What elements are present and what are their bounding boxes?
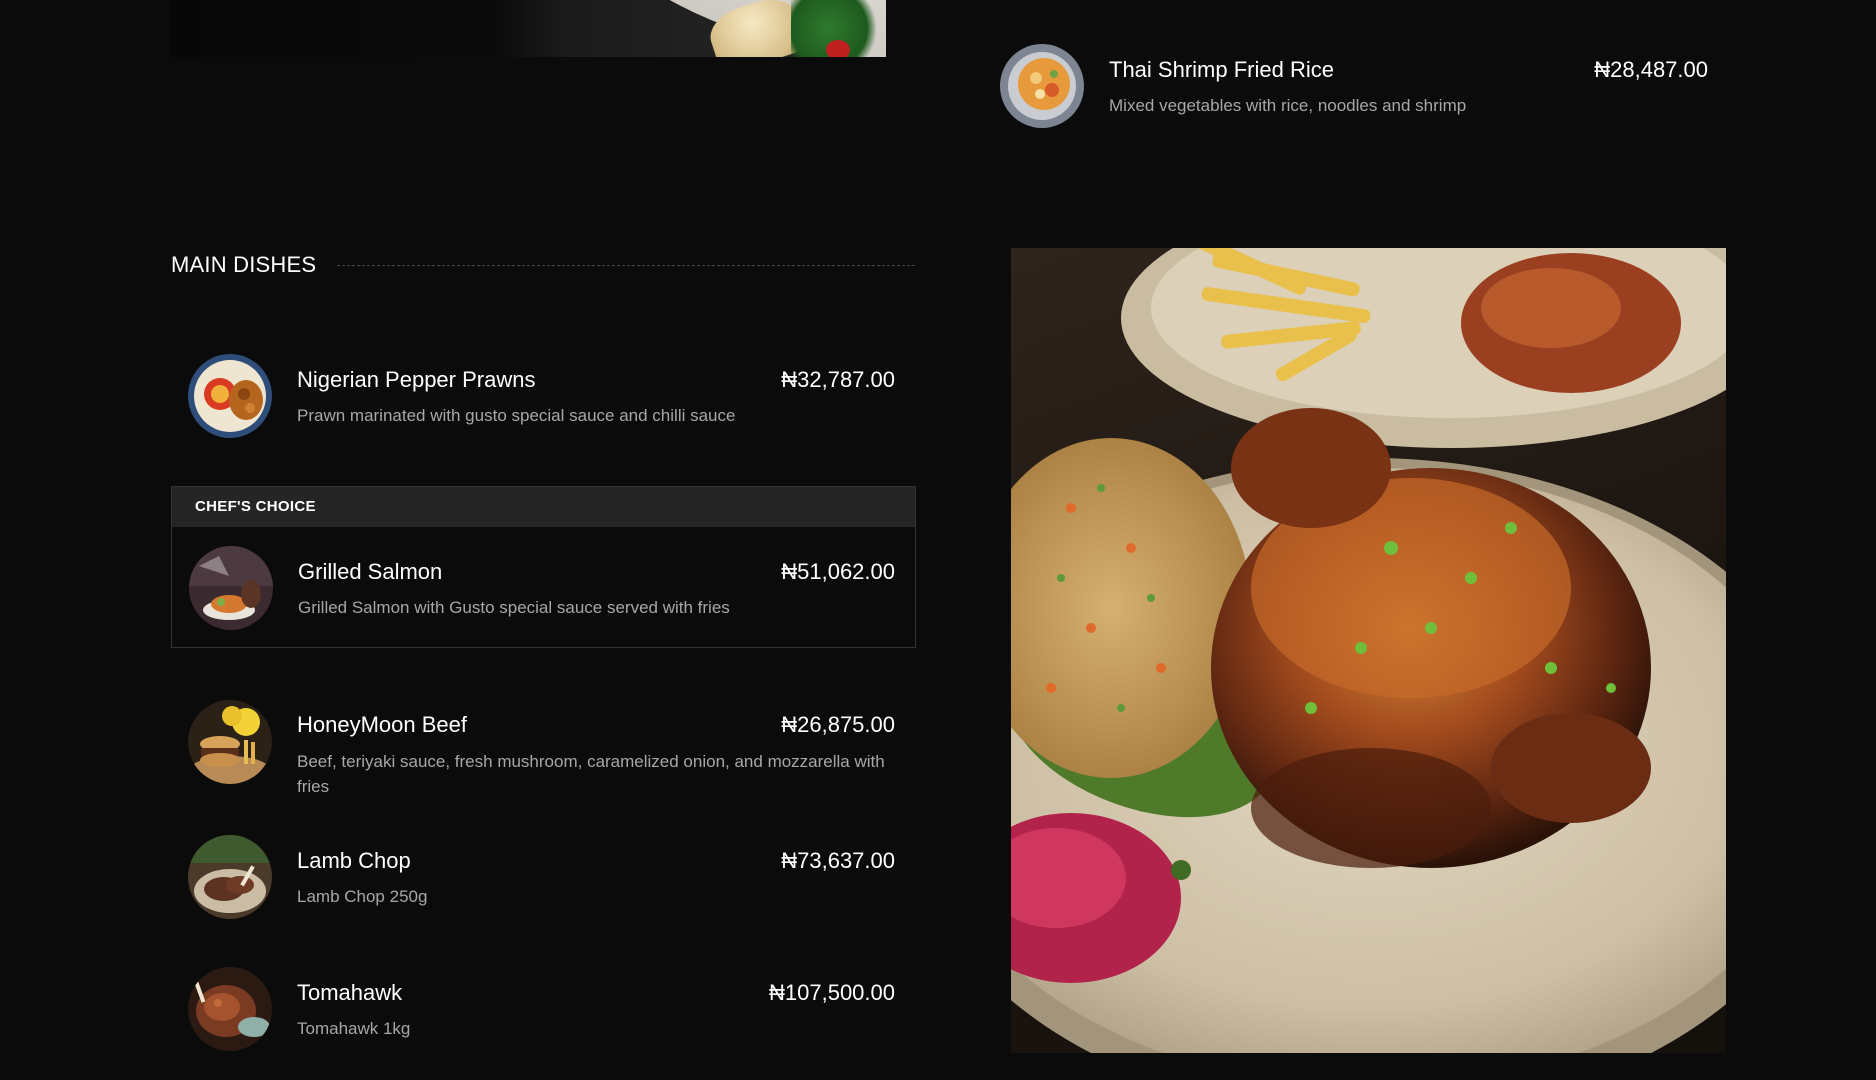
dish-thumbnail [189, 546, 273, 630]
section-divider [337, 265, 915, 266]
menu-item-tomahawk[interactable]: Tomahawk ₦107,500.00 Tomahawk 1kg [188, 967, 903, 1057]
dish-name: Nigerian Pepper Prawns [297, 367, 536, 392]
dish-thumbnail [188, 967, 272, 1051]
dish-price: ₦26,875.00 [781, 712, 895, 737]
section-title: MAIN DISHES [171, 252, 317, 277]
dish-name: Tomahawk [297, 980, 403, 1005]
menu-item-lamb-chop[interactable]: Lamb Chop ₦73,637.00 Lamb Chop 250g [188, 835, 903, 925]
dish-description: Beef, teriyaki sauce, fresh mushroom, ca… [297, 752, 885, 796]
dish-description: Prawn marinated with gusto special sauce… [297, 406, 736, 425]
dish-price: ₦73,637.00 [781, 848, 895, 873]
dish-description: Tomahawk 1kg [297, 1019, 411, 1038]
menu-item-honeymoon-beef[interactable]: HoneyMoon Beef ₦26,875.00 Beef, teriyaki… [188, 700, 903, 800]
dish-price: ₦32,787.00 [781, 367, 895, 392]
dish-price: ₦28,487.00 [1594, 57, 1708, 82]
featured-dish-photo [1011, 248, 1726, 1053]
menu-item-grilled-salmon[interactable]: Grilled Salmon ₦51,062.00 Grilled Salmon… [189, 546, 904, 636]
dish-name: Thai Shrimp Fried Rice [1109, 57, 1334, 82]
dish-price: ₦107,500.00 [769, 980, 895, 1005]
top-food-photo [171, 0, 886, 57]
dish-description: Grilled Salmon with Gusto special sauce … [298, 598, 730, 617]
menu-item-nigerian-pepper-prawns[interactable]: Nigerian Pepper Prawns ₦32,787.00 Prawn … [188, 354, 903, 444]
dish-thumbnail [188, 700, 272, 784]
dish-thumbnail [188, 354, 272, 438]
chefs-choice-badge: CHEF'S CHOICE [195, 498, 316, 515]
dish-description: Lamb Chop 250g [297, 887, 428, 906]
menu-item-thai-shrimp-fried-rice[interactable]: Thai Shrimp Fried Rice ₦28,487.00 Mixed … [1000, 44, 1720, 134]
dish-name: Lamb Chop [297, 848, 411, 873]
dish-thumbnail [1000, 44, 1084, 128]
dish-price: ₦51,062.00 [781, 559, 895, 584]
dish-thumbnail [188, 835, 272, 919]
dish-name: HoneyMoon Beef [297, 712, 467, 737]
dish-name: Grilled Salmon [298, 559, 443, 584]
dish-description: Mixed vegetables with rice, noodles and … [1109, 96, 1467, 115]
